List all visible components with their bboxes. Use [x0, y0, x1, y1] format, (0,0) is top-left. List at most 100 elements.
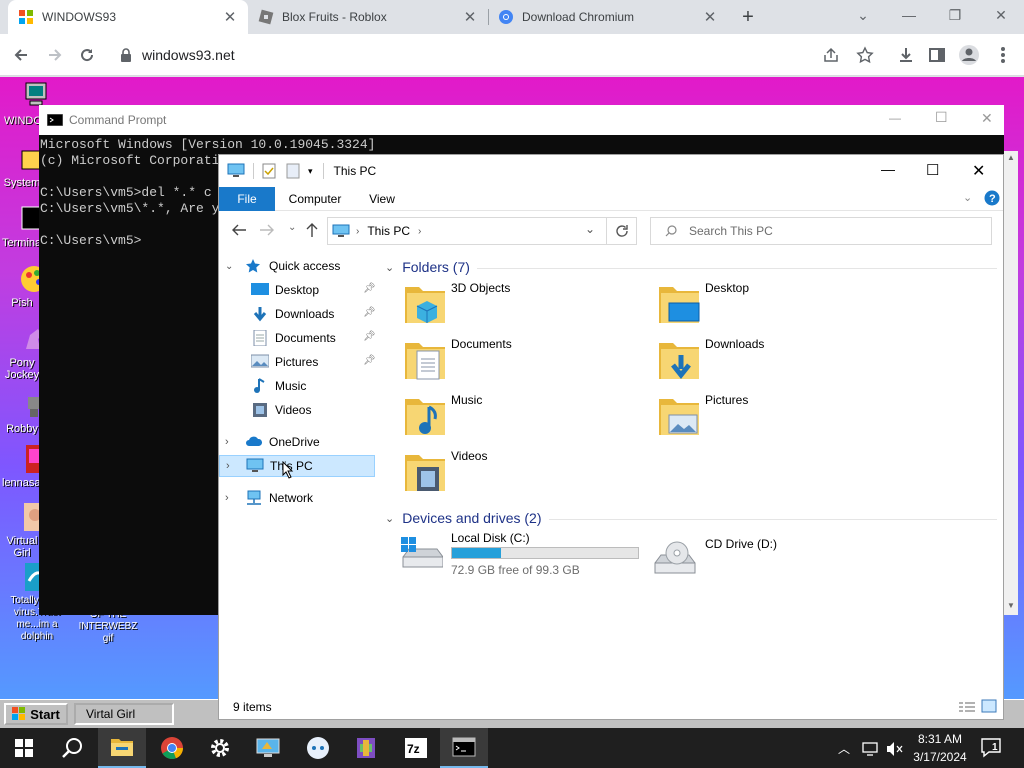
breadcrumb-chevron-icon[interactable]: ›: [356, 226, 359, 237]
up-arrow-icon[interactable]: [305, 222, 319, 238]
tab-windows93[interactable]: WINDOWS93 ✕: [8, 0, 248, 34]
cmd-scrollbar[interactable]: ▲ ▼: [1004, 151, 1018, 615]
w93-task-virtual-girl[interactable]: Virtal Girl: [74, 703, 174, 725]
ribbon-tab-view[interactable]: View: [357, 187, 407, 211]
tab-label: Download Chromium: [522, 10, 635, 24]
ribbon-tab-file[interactable]: File: [219, 187, 275, 211]
new-tab-button[interactable]: +: [734, 0, 762, 34]
folder-downloads[interactable]: Downloads: [657, 337, 897, 387]
nav-item-downloads[interactable]: Downloads: [251, 303, 379, 325]
close-icon[interactable]: ✕: [972, 161, 985, 181]
volume-muted-icon[interactable]: [886, 741, 904, 757]
chrome-menu-icon[interactable]: [990, 42, 1016, 68]
nav-onedrive[interactable]: › OneDrive: [225, 431, 320, 453]
drive-cd-d[interactable]: CD Drive (D:): [653, 537, 893, 587]
restore-window-icon[interactable]: ❐: [932, 0, 978, 30]
maximize-icon[interactable]: ☐: [935, 109, 948, 126]
scroll-down-icon[interactable]: ▼: [1007, 601, 1015, 610]
nav-item-videos[interactable]: Videos: [251, 399, 379, 421]
forward-arrow-icon[interactable]: [259, 223, 275, 237]
taskbar-7zip[interactable]: 7z: [392, 728, 440, 768]
search-box[interactable]: Search This PC: [650, 217, 992, 245]
close-tab-icon[interactable]: ✕: [462, 8, 478, 26]
group-title: Folders (7): [402, 259, 470, 275]
quick-access-dropdown-icon[interactable]: ▾: [308, 166, 313, 177]
large-icons-view-icon[interactable]: [981, 699, 997, 713]
nav-item-pictures[interactable]: Pictures: [251, 351, 379, 373]
taskbar-chrome[interactable]: [148, 728, 196, 768]
explorer-title-bar[interactable]: ▾ This PC — ☐ ✕: [219, 155, 1003, 187]
close-window-icon[interactable]: ✕: [978, 0, 1024, 30]
download-arrow-icon: [251, 306, 269, 322]
tab-download-chromium[interactable]: Download Chromium ✕: [488, 0, 728, 34]
details-view-icon[interactable]: [959, 701, 975, 713]
folder-documents[interactable]: Documents: [403, 337, 643, 387]
back-arrow-icon[interactable]: [8, 42, 34, 68]
breadcrumb-this-pc[interactable]: This PC: [367, 224, 410, 238]
address-dropdown-chevron-icon[interactable]: ⌄: [585, 222, 595, 236]
ribbon-tab-computer[interactable]: Computer: [277, 187, 353, 211]
folder-pictures[interactable]: Pictures: [657, 393, 897, 443]
tab-search-chevron-icon[interactable]: ⌄: [840, 0, 886, 30]
file-explorer-window[interactable]: ▾ This PC — ☐ ✕ File Computer View ⌄ ? ⌄…: [218, 154, 1004, 720]
bookmark-star-icon[interactable]: [856, 46, 874, 64]
close-tab-icon[interactable]: ✕: [222, 8, 238, 26]
nav-item-music[interactable]: Music: [251, 375, 379, 397]
folder-3d-objects[interactable]: 3D Objects: [403, 281, 643, 331]
w93-start-button[interactable]: Start: [4, 703, 68, 725]
nav-network[interactable]: › Network: [225, 487, 313, 509]
tab-blox-fruits[interactable]: Blox Fruits - Roblox ✕: [248, 0, 488, 34]
expand-ribbon-chevron-icon[interactable]: ⌄: [963, 191, 972, 204]
download-icon[interactable]: [893, 42, 919, 68]
start-button[interactable]: [0, 728, 48, 768]
devices-group-header[interactable]: ⌄ Devices and drives (2): [385, 507, 542, 529]
breadcrumb-chevron-icon[interactable]: ›: [418, 226, 421, 237]
taskbar-settings[interactable]: [196, 728, 244, 768]
properties-icon[interactable]: [262, 163, 276, 179]
close-icon[interactable]: ✕: [981, 110, 993, 127]
reload-icon[interactable]: [74, 42, 100, 68]
network-status-icon[interactable]: [862, 741, 880, 757]
address-bar[interactable]: › This PC › ⌄: [327, 217, 637, 245]
cmd-title-bar[interactable]: Command Prompt — ☐ ✕: [39, 105, 1004, 135]
scroll-up-icon[interactable]: ▲: [1007, 153, 1015, 162]
pin-icon[interactable]: 📌︎: [363, 355, 376, 366]
taskbar-file-explorer[interactable]: [98, 728, 146, 768]
taskbar-media-app[interactable]: [294, 728, 342, 768]
pin-icon[interactable]: 📌︎: [363, 307, 376, 318]
close-tab-icon[interactable]: ✕: [702, 8, 718, 26]
collapsed-chevron-icon: ›: [225, 436, 229, 448]
minimize-icon[interactable]: —: [881, 161, 895, 177]
folder-videos[interactable]: Videos: [403, 449, 643, 499]
system-clock[interactable]: 8:31 AM 3/17/2024: [904, 730, 976, 766]
back-arrow-icon[interactable]: [231, 223, 247, 237]
taskbar-winrar[interactable]: [342, 728, 390, 768]
taskbar-command-prompt[interactable]: [440, 728, 488, 768]
action-center-button[interactable]: 1: [980, 736, 1004, 760]
folder-music[interactable]: Music: [403, 393, 643, 443]
maximize-icon[interactable]: ☐: [926, 161, 939, 179]
nav-this-pc[interactable]: › This PC: [219, 455, 375, 477]
share-icon[interactable]: [822, 46, 840, 64]
nav-item-documents[interactable]: Documents: [251, 327, 379, 349]
new-folder-icon[interactable]: [286, 163, 300, 179]
refresh-icon[interactable]: [615, 224, 629, 238]
nav-item-desktop[interactable]: Desktop: [251, 279, 379, 301]
profile-avatar-icon[interactable]: [956, 42, 982, 68]
side-panel-icon[interactable]: [924, 42, 950, 68]
minimize-icon[interactable]: —: [889, 111, 901, 125]
recent-locations-chevron-icon[interactable]: ⌄: [288, 222, 296, 233]
forward-arrow-icon[interactable]: [42, 42, 68, 68]
pin-icon[interactable]: 📌︎: [363, 331, 376, 342]
pin-icon[interactable]: 📌︎: [363, 283, 376, 294]
show-hidden-icons-chevron-icon[interactable]: ︿: [838, 740, 850, 757]
nav-quick-access[interactable]: ⌄ Quick access: [225, 255, 340, 277]
folders-group-header[interactable]: ⌄ Folders (7): [385, 256, 470, 278]
drive-local-disk-c[interactable]: Local Disk (C:) 72.9 GB free of 99.3 GB: [399, 531, 639, 581]
minimize-window-icon[interactable]: —: [886, 0, 932, 30]
address-bar[interactable]: windows93.net: [110, 40, 874, 70]
folder-desktop[interactable]: Desktop: [657, 281, 897, 331]
search-button[interactable]: [48, 728, 96, 768]
taskbar-remote-desktop[interactable]: [244, 728, 292, 768]
help-icon[interactable]: ?: [984, 190, 1000, 206]
